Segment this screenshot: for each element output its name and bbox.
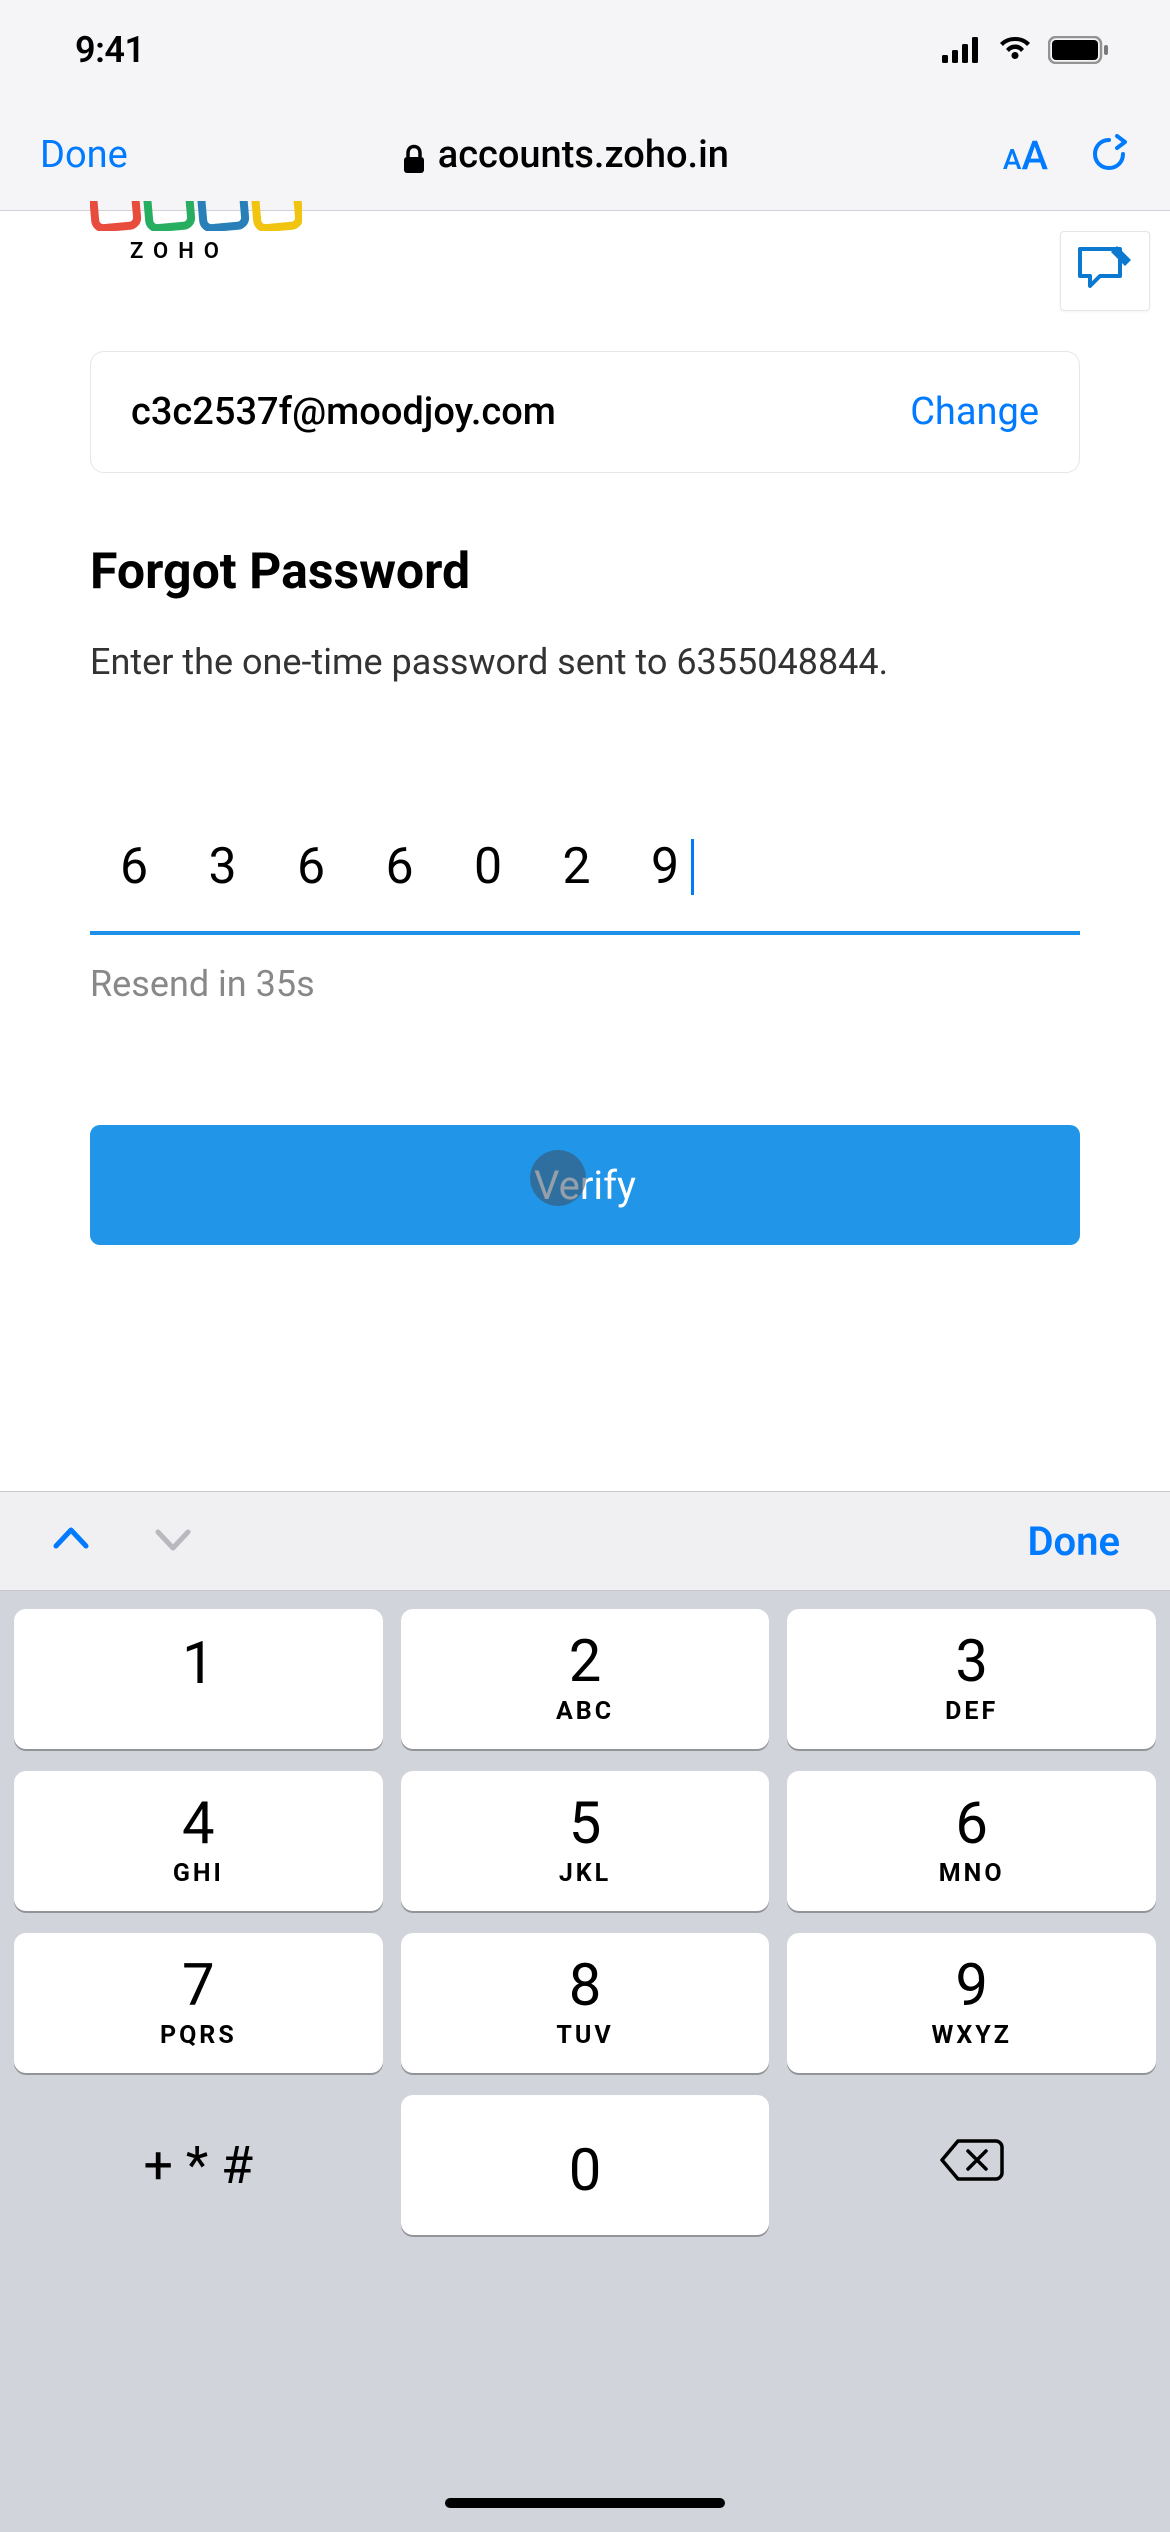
status-time: 9:41 [75, 29, 145, 71]
next-field-button[interactable] [152, 1524, 194, 1558]
key-backspace[interactable] [787, 2095, 1156, 2235]
account-email-card: c3c2537f@moodjoy.com Change [90, 351, 1080, 473]
numeric-keypad: 1 2 ABC 3 DEF 4 GHI 5 JKL 6 MNO 7 PQRS [0, 1591, 1170, 2532]
url-text: accounts.zoho.in [438, 133, 729, 177]
prev-field-button[interactable] [50, 1524, 92, 1558]
text-size-button[interactable]: AA [1003, 132, 1048, 179]
cellular-signal-icon [942, 37, 982, 63]
wifi-icon [996, 37, 1034, 63]
chat-edit-icon [1075, 244, 1135, 298]
key-1[interactable]: 1 [14, 1609, 383, 1749]
verify-button[interactable]: Verify [90, 1125, 1080, 1245]
backspace-icon [938, 2135, 1006, 2196]
url-display[interactable]: accounts.zoho.in [402, 133, 729, 177]
logo-brand-text: ZOHO [130, 239, 302, 264]
safari-toolbar: Done accounts.zoho.in AA [0, 100, 1170, 210]
text-cursor [691, 839, 694, 895]
resend-countdown: Resend in 35s [90, 963, 1080, 1005]
account-email: c3c2537f@moodjoy.com [131, 390, 556, 434]
otp-value: 6 3 6 6 0 2 9 [120, 838, 703, 896]
browser-done-button[interactable]: Done [40, 133, 128, 177]
key-3[interactable]: 3 DEF [787, 1609, 1156, 1749]
change-account-link[interactable]: Change [910, 390, 1039, 434]
page-title: Forgot Password [90, 543, 1080, 601]
keyboard-done-button[interactable]: Done [1027, 1518, 1120, 1565]
keyboard-accessory-bar: Done [0, 1491, 1170, 1591]
otp-input[interactable]: 6 3 6 6 0 2 9 [90, 838, 1080, 935]
key-5[interactable]: 5 JKL [401, 1771, 770, 1911]
key-6[interactable]: 6 MNO [787, 1771, 1156, 1911]
key-2[interactable]: 2 ABC [401, 1609, 770, 1749]
key-0[interactable]: 0 [401, 2095, 770, 2235]
key-7[interactable]: 7 PQRS [14, 1933, 383, 2073]
refresh-icon[interactable] [1088, 132, 1130, 178]
battery-icon [1048, 36, 1110, 64]
key-8[interactable]: 8 TUV [401, 1933, 770, 2073]
lock-icon [402, 140, 426, 170]
touch-indicator [530, 1150, 586, 1206]
feedback-button[interactable] [1060, 231, 1150, 311]
status-bar: 9:41 [0, 0, 1170, 100]
page-content: ZOHO c3c2537f@moodjoy.com Change Forgot … [0, 211, 1170, 1491]
status-indicators [942, 36, 1110, 64]
key-4[interactable]: 4 GHI [14, 1771, 383, 1911]
key-9[interactable]: 9 WXYZ [787, 1933, 1156, 2073]
zoho-logo: ZOHO [90, 201, 302, 264]
home-indicator[interactable] [445, 2498, 725, 2508]
otp-instruction: Enter the one-time password sent to 6355… [90, 636, 1080, 688]
key-symbols[interactable]: + * # [14, 2095, 383, 2235]
